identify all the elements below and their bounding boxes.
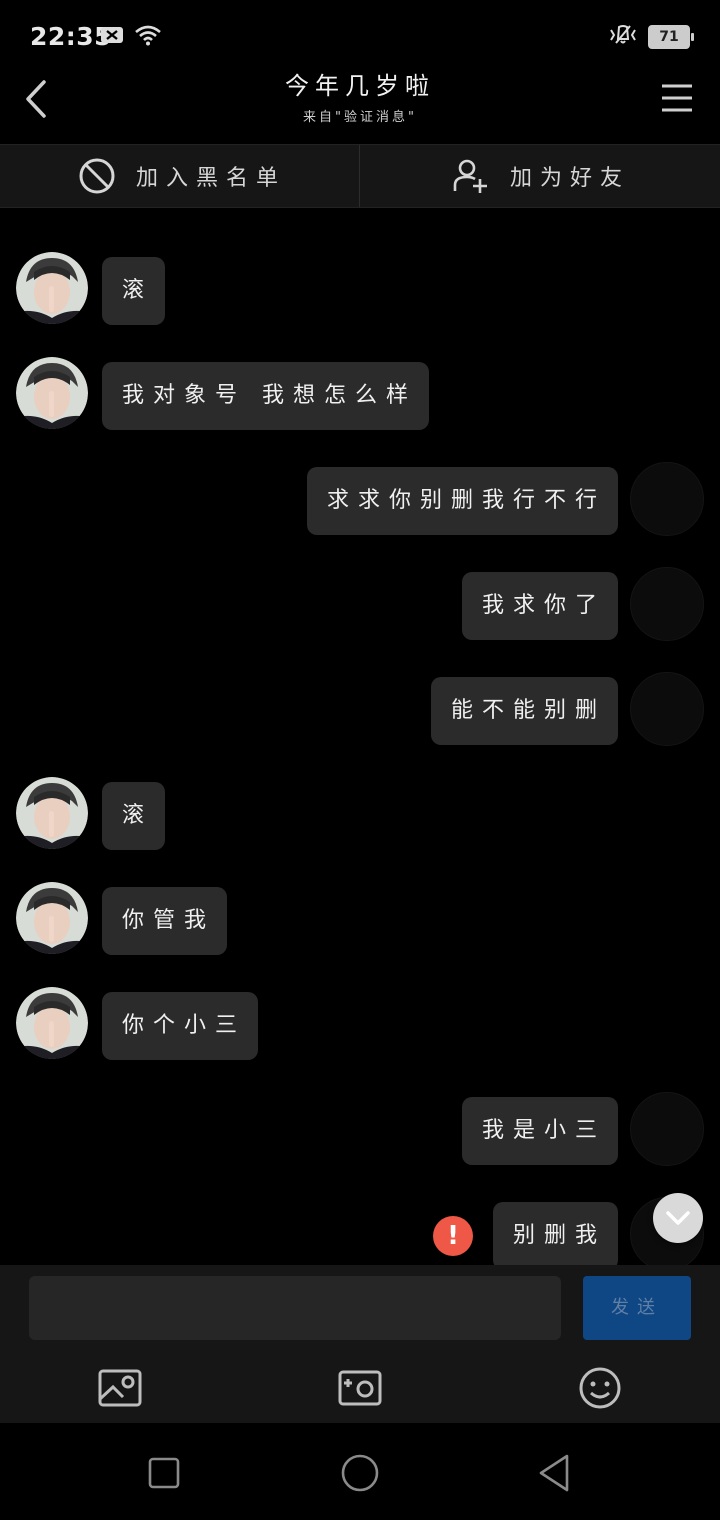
contact-avatar[interactable] <box>16 882 88 954</box>
message-bubble[interactable]: 别删我 <box>492 1202 618 1265</box>
contact-avatar[interactable] <box>16 777 88 849</box>
block-icon <box>79 158 115 194</box>
message-bubble[interactable]: 你管我 <box>102 887 228 955</box>
recent-apps-button[interactable] <box>142 1451 186 1495</box>
message-row: 滚 <box>0 252 720 337</box>
divider <box>359 145 360 207</box>
my-avatar[interactable] <box>630 462 704 536</box>
recent-apps-icon <box>148 1457 180 1489</box>
message-bubble[interactable]: 我是小三 <box>461 1097 618 1165</box>
emoji-button[interactable] <box>577 1365 623 1411</box>
camera-icon <box>338 1370 382 1406</box>
message-row: 我对象号 我想怎么样 <box>0 357 720 442</box>
my-avatar[interactable] <box>630 567 704 641</box>
battery-level: 71 <box>659 29 679 45</box>
emoji-icon <box>579 1367 621 1409</box>
message-row: 能不能别删 <box>0 672 720 757</box>
message-input[interactable] <box>29 1276 561 1340</box>
message-bubble[interactable]: 滚 <box>102 257 166 325</box>
menu-button[interactable] <box>660 82 694 114</box>
send-button[interactable]: 发送 <box>583 1276 691 1340</box>
chevron-down-icon <box>666 1211 690 1225</box>
vibrate-icon <box>608 24 638 50</box>
message-bubble[interactable]: 求求你别删我行不行 <box>306 467 618 535</box>
system-nav-bar <box>0 1423 720 1520</box>
contact-avatar[interactable] <box>16 252 88 324</box>
message-bubble[interactable]: 滚 <box>102 782 166 850</box>
stranger-action-bar: 加入黑名单 加为好友 <box>0 144 720 208</box>
add-to-blacklist-button[interactable]: 加入黑名单 <box>78 145 286 207</box>
input-bar: 发送 <box>0 1265 720 1423</box>
contact-avatar[interactable] <box>16 357 88 429</box>
message-row: 你管我 <box>0 882 720 967</box>
message-bubble[interactable]: 我对象号 我想怎么样 <box>102 362 429 430</box>
blacklist-label: 加入黑名单 <box>136 166 287 191</box>
wifi-icon <box>134 24 162 50</box>
home-icon <box>341 1454 379 1492</box>
chat-header: 今年几岁啦 来自"验证消息" <box>0 60 720 144</box>
message-row: 我是小三 <box>0 1092 720 1177</box>
camera-button[interactable] <box>337 1365 383 1411</box>
my-avatar[interactable] <box>630 1092 704 1166</box>
image-button[interactable] <box>97 1365 143 1411</box>
contact-avatar[interactable] <box>16 987 88 1059</box>
chat-subtitle: 来自"验证消息" <box>303 110 417 125</box>
add-friend-label: 加为好友 <box>510 166 631 191</box>
add-friend-button[interactable]: 加为好友 <box>452 145 630 207</box>
message-row: 滚 <box>0 777 720 862</box>
back-icon <box>539 1454 569 1492</box>
battery-indicator: 71 <box>648 25 694 49</box>
scroll-to-bottom-button[interactable] <box>653 1193 703 1243</box>
chat-title: 今年几岁啦 <box>285 72 435 100</box>
message-row: 我求你了 <box>0 567 720 652</box>
my-avatar[interactable] <box>630 672 704 746</box>
message-row: 你个小三 <box>0 987 720 1072</box>
message-bubble[interactable]: 我求你了 <box>461 572 618 640</box>
add-friend-icon <box>453 159 487 193</box>
home-button[interactable] <box>338 1451 382 1495</box>
image-icon <box>98 1369 142 1407</box>
message-list[interactable]: 滚 我对象号 我想怎么样 求求你别删我行不行 我求你了 能不能别删 滚 你管我 … <box>0 207 720 1265</box>
hamburger-menu-icon <box>662 84 692 112</box>
send-failed-icon[interactable]: ! <box>433 1216 473 1256</box>
message-row: 求求你别删我行不行 <box>0 462 720 547</box>
system-back-button[interactable] <box>535 1451 579 1495</box>
message-bubble[interactable]: 你个小三 <box>102 992 259 1060</box>
notification-x-icon <box>100 25 124 49</box>
message-bubble[interactable]: 能不能别删 <box>430 677 618 745</box>
message-row: ! 别删我 <box>0 1197 720 1265</box>
